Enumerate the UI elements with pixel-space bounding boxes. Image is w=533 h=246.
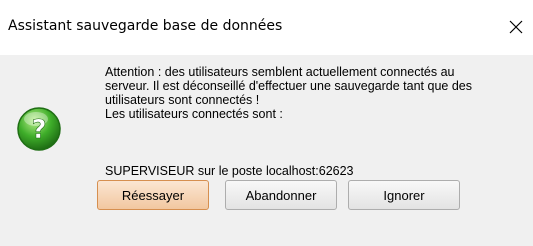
backup-assistant-dialog: Assistant sauvegarde base de données ? A… — [0, 0, 533, 246]
window-title: Assistant sauvegarde base de données — [8, 18, 283, 34]
warning-message: Attention : des utilisateurs semblent ac… — [105, 65, 530, 121]
abort-button[interactable]: Abandonner — [225, 180, 337, 210]
ignore-button[interactable]: Ignorer — [348, 180, 460, 210]
close-icon[interactable] — [505, 16, 527, 38]
message-line: Les utilisateurs connectés sont : — [105, 107, 283, 121]
message-line: utilisateurs sont connectés ! — [105, 93, 260, 107]
retry-button[interactable]: Réessayer — [97, 180, 209, 210]
message-line: serveur. Il est déconseillé d'effectuer … — [105, 79, 472, 93]
message-line: Attention : des utilisateurs semblent ac… — [105, 65, 455, 79]
title-bar: Assistant sauvegarde base de données — [0, 0, 533, 55]
connected-user-line: SUPERVISEUR sur le poste localhost:62623 — [105, 164, 354, 178]
dialog-content: ? Attention : des utilisateurs semblent … — [0, 55, 533, 246]
svg-text:?: ? — [31, 115, 46, 145]
question-icon: ? — [16, 106, 62, 152]
